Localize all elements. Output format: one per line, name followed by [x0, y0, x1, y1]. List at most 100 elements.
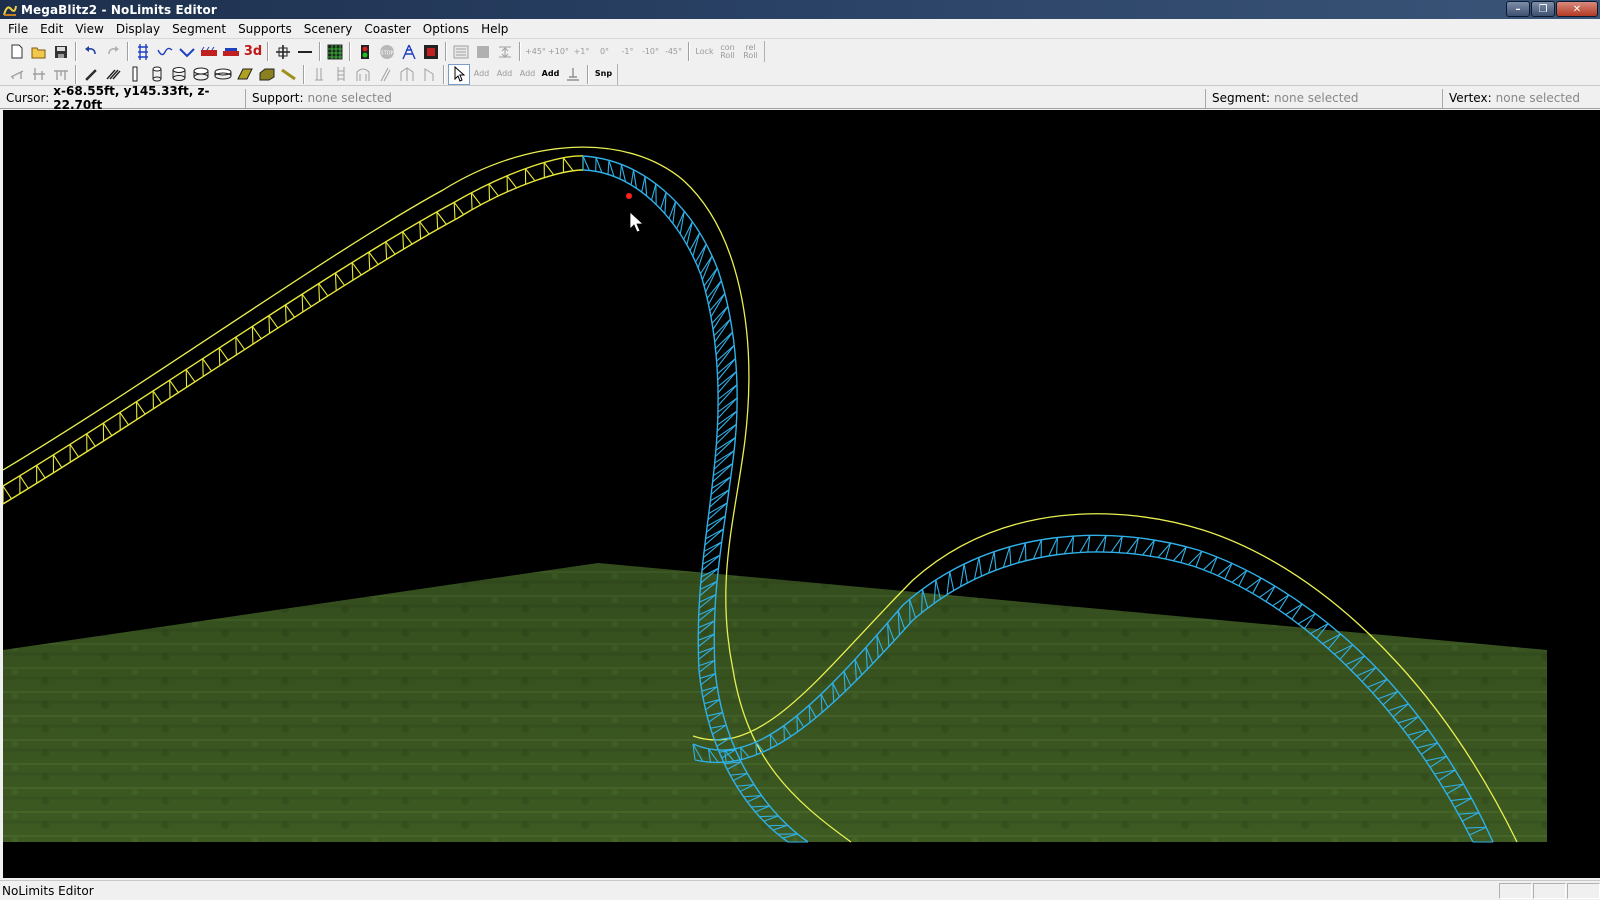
vertex-properties-icon[interactable] — [472, 41, 494, 62]
vertex-marker[interactable] — [626, 193, 632, 199]
track-tie — [630, 169, 635, 186]
train-icon[interactable] — [220, 41, 242, 62]
curve-track-icon[interactable] — [154, 41, 176, 62]
test-ride-icon[interactable] — [420, 41, 442, 62]
3d-viewport[interactable] — [3, 110, 1600, 878]
support-footer-icon[interactable] — [6, 64, 28, 85]
track-brace — [368, 251, 379, 265]
support-vertical-icon[interactable] — [308, 64, 330, 85]
close-button[interactable]: ✕ — [1556, 1, 1598, 17]
open-folder-icon[interactable] — [28, 41, 50, 62]
beam-diagonal-icon[interactable] — [278, 64, 300, 85]
scene-canvas[interactable] — [3, 110, 1600, 878]
roll-minus10-button[interactable]: -10° — [639, 41, 662, 62]
snap-button[interactable]: Snp — [592, 64, 615, 85]
support-lean-icon[interactable] — [374, 64, 396, 85]
roll-plus45-button[interactable]: +45° — [524, 41, 547, 62]
roll-minus1-button[interactable]: -1° — [616, 41, 639, 62]
select-pointer-icon[interactable] — [448, 63, 470, 85]
align-icon[interactable] — [494, 41, 516, 62]
menu-segment[interactable]: Segment — [166, 19, 232, 39]
stop-icon[interactable]: STOP — [376, 41, 398, 62]
add-support-button[interactable]: Add — [539, 64, 562, 85]
track-brace — [470, 192, 482, 206]
minimize-button[interactable]: – — [1506, 1, 1530, 17]
track-brace — [716, 344, 735, 368]
track-tie — [453, 202, 456, 220]
grid-view-icon[interactable] — [324, 41, 346, 62]
footer-icon[interactable] — [562, 64, 584, 85]
con-roll-button[interactable]: con Roll — [716, 41, 739, 62]
track-brace — [351, 262, 362, 276]
lock-roll-label: Lock — [695, 46, 714, 56]
undo-icon[interactable] — [80, 41, 102, 62]
menu-scenery[interactable]: Scenery — [298, 19, 359, 39]
segment-properties-icon[interactable] — [450, 41, 472, 62]
support-slant-icon[interactable] — [418, 64, 440, 85]
track-ties-icon[interactable] — [132, 41, 154, 62]
menu-display[interactable]: Display — [110, 19, 166, 39]
station-train-icon[interactable] — [198, 41, 220, 62]
add-beam-button[interactable]: Add — [493, 64, 516, 85]
maximize-button[interactable]: ❐ — [1531, 1, 1555, 17]
selected-track-segment[interactable] — [3, 155, 584, 505]
pencil-icon[interactable] — [80, 64, 102, 85]
support-bent-icon[interactable] — [396, 64, 418, 85]
roll-plus10-button[interactable]: +10° — [547, 41, 570, 62]
track-brace — [717, 397, 738, 419]
roll-plus1-button[interactable]: +1° — [570, 41, 593, 62]
block-box-icon[interactable] — [256, 64, 278, 85]
track-brace — [402, 231, 413, 245]
multi-pencil-icon[interactable] — [102, 64, 124, 85]
add-free-node-button[interactable]: Add — [470, 64, 493, 85]
toolbar-separator — [519, 42, 521, 61]
track-tie — [713, 318, 731, 337]
block-yellow-icon[interactable] — [234, 64, 256, 85]
track-brace — [582, 155, 590, 171]
support-tower-icon[interactable] — [398, 41, 420, 62]
redo-icon[interactable] — [102, 41, 124, 62]
remove-segment-icon[interactable] — [294, 41, 316, 62]
save-icon[interactable] — [50, 41, 72, 62]
menu-options[interactable]: Options — [417, 19, 475, 39]
menu-edit[interactable]: Edit — [34, 19, 69, 39]
track-brace — [716, 423, 737, 445]
toolbar-separator — [349, 42, 351, 61]
roll-zero-button[interactable]: 0° — [593, 41, 616, 62]
track-tie — [973, 557, 980, 580]
toolbar-separator — [319, 42, 321, 61]
con-roll-label: con Roll — [720, 42, 735, 60]
menu-help[interactable]: Help — [475, 19, 514, 39]
cylinder-small-icon[interactable] — [146, 64, 168, 85]
add-connector-button[interactable]: Add — [516, 64, 539, 85]
new-file-icon[interactable] — [6, 41, 28, 62]
menu-coaster[interactable]: Coaster — [358, 19, 416, 39]
menu-view[interactable]: View — [69, 19, 109, 39]
roll-minus45-button[interactable]: -45° — [662, 41, 685, 62]
cylinder-large-icon[interactable] — [190, 64, 212, 85]
support-info: Support: none selected — [245, 88, 1205, 108]
track-brace — [3, 485, 12, 500]
3d-view-button[interactable]: 3d — [242, 41, 264, 62]
support-beam-icon[interactable] — [28, 64, 50, 85]
track-brace — [717, 371, 737, 394]
support-ladder-icon[interactable] — [330, 64, 352, 85]
track-brace — [52, 454, 63, 468]
track-brace — [714, 437, 736, 457]
track-brace — [949, 571, 955, 591]
signal-light-icon[interactable] — [354, 41, 376, 62]
insert-segment-icon[interactable] — [272, 41, 294, 62]
menu-file[interactable]: File — [2, 19, 34, 39]
support-arch-icon[interactable] — [352, 64, 374, 85]
lock-roll-button[interactable]: Lock — [693, 41, 716, 62]
dip-track-icon[interactable] — [176, 41, 198, 62]
cylinder-medium-icon[interactable] — [168, 64, 190, 85]
track-tie — [711, 305, 729, 324]
track-brace — [543, 162, 555, 176]
track-brace — [86, 433, 96, 447]
support-connector-icon[interactable] — [50, 64, 72, 85]
menu-supports[interactable]: Supports — [232, 19, 298, 39]
cylinder-wide-icon[interactable] — [212, 64, 234, 85]
rel-roll-button[interactable]: rel Roll — [739, 41, 762, 62]
pole-icon[interactable] — [124, 64, 146, 85]
